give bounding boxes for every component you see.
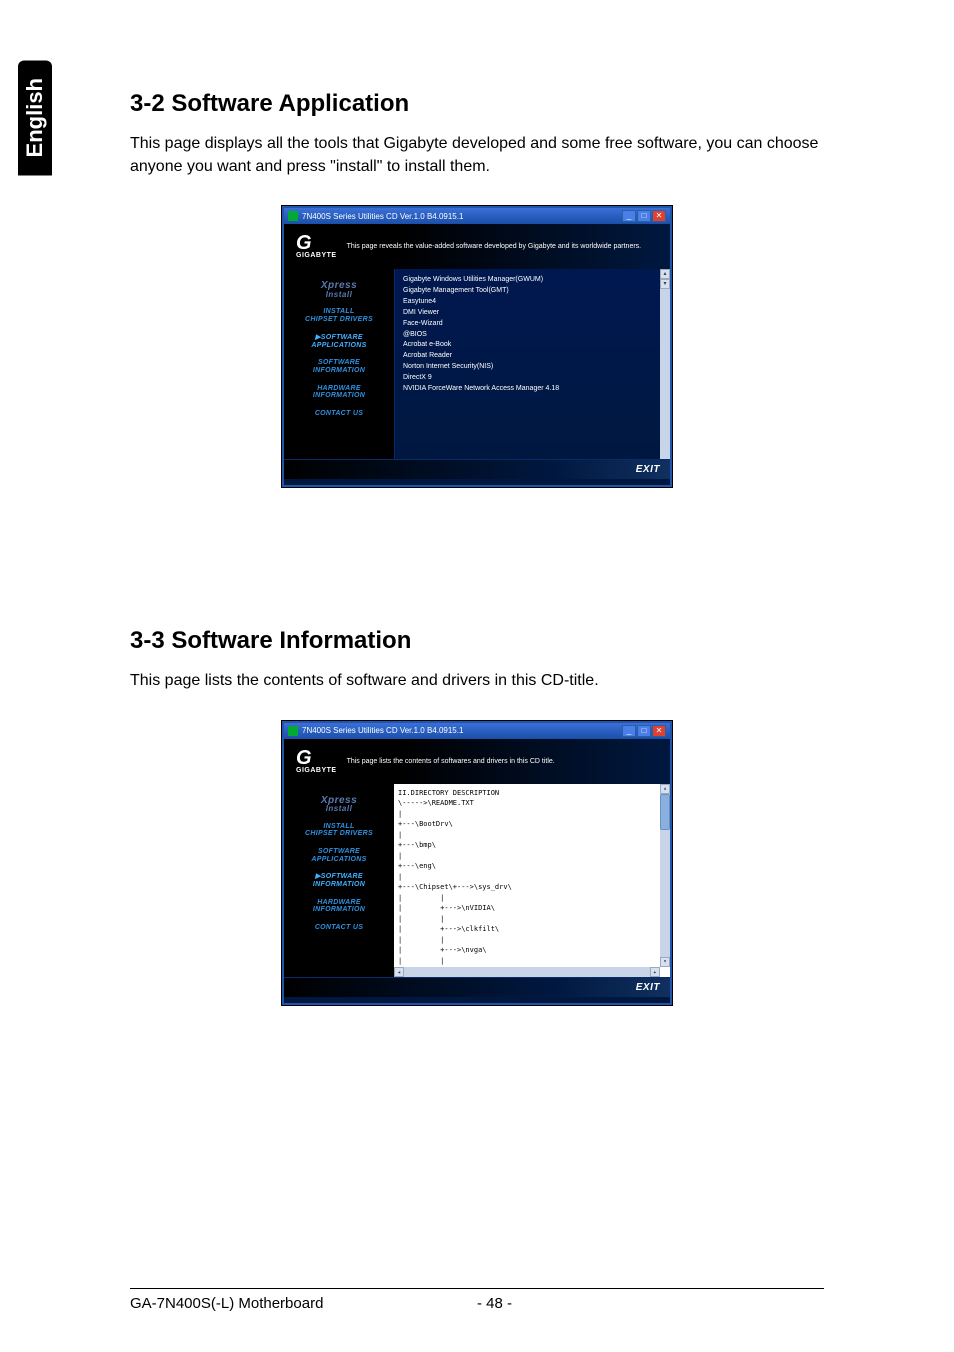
maximize-icon[interactable]: □ — [637, 210, 651, 222]
app-icon — [288, 726, 298, 736]
list-item[interactable]: DMI Viewer — [403, 308, 662, 319]
list-item[interactable]: DirectX 9 — [403, 373, 662, 384]
list-item[interactable]: Norton Internet Security(NIS) — [403, 362, 662, 373]
footer-product-name: GA-7N400S(-L) Motherboard — [130, 1295, 477, 1312]
list-item[interactable]: Easytune4 — [403, 297, 662, 308]
nav-hardware-information[interactable]: HARDWAREINFORMATION — [284, 895, 394, 918]
window-titlebar: 7N400S Series Utilities CD Ver.1.0 B4.09… — [284, 208, 670, 224]
section-3-3-body: This page lists the contents of software… — [130, 669, 824, 692]
list-item[interactable]: Acrobat Reader — [403, 351, 662, 362]
window-title: 7N400S Series Utilities CD Ver.1.0 B4.09… — [302, 212, 463, 221]
nav-install-chipset-drivers[interactable]: INSTALLCHIPSET DRIVERS — [284, 304, 394, 327]
scroll-up-icon[interactable]: ▴ — [660, 269, 670, 279]
list-item[interactable]: Acrobat e-Book — [403, 340, 662, 351]
nav-hardware-information[interactable]: HARDWAREINFORMATION — [284, 381, 394, 404]
close-icon[interactable]: ✕ — [652, 725, 666, 737]
minimize-icon[interactable]: _ — [622, 210, 636, 222]
gigabyte-logo: G — [296, 234, 337, 252]
scrollbar-thumb[interactable] — [660, 794, 670, 830]
exit-button[interactable]: EXIT — [636, 464, 660, 475]
close-icon[interactable]: ✕ — [652, 210, 666, 222]
vertical-scrollbar[interactable]: ▴ ▾ — [660, 784, 670, 967]
app-icon — [288, 211, 298, 221]
window-title: 7N400S Series Utilities CD Ver.1.0 B4.09… — [302, 726, 463, 735]
horizontal-scrollbar[interactable]: ◂ ▸ — [394, 967, 660, 977]
directory-tree: II.DIRECTORY DESCRIPTION \----->\README.… — [398, 788, 654, 977]
nav-contact-us[interactable]: CONTACT US — [284, 406, 394, 422]
gigabyte-brand: GIGABYTE — [296, 767, 337, 774]
software-list-panel: Gigabyte Windows Utilities Manager(GWUM)… — [394, 269, 670, 459]
scroll-right-icon[interactable]: ▸ — [650, 967, 660, 977]
footer-page-number: - 48 - — [477, 1295, 512, 1312]
directory-tree-panel: II.DIRECTORY DESCRIPTION \----->\README.… — [394, 784, 670, 977]
list-item[interactable]: NVIDIA ForceWare Network Access Manager … — [403, 384, 662, 395]
list-item[interactable]: Face-Wizard — [403, 319, 662, 330]
xpress-install-logo[interactable]: XpressInstall — [284, 277, 394, 302]
language-tab: English — [18, 60, 52, 175]
list-item[interactable]: Gigabyte Management Tool(GMT) — [403, 286, 662, 297]
section-3-3-heading: 3-3 Software Information — [130, 627, 824, 655]
section-3-2-body: This page displays all the tools that Gi… — [130, 132, 824, 178]
scroll-up-icon[interactable]: ▴ — [660, 784, 670, 794]
window-titlebar: 7N400S Series Utilities CD Ver.1.0 B4.09… — [284, 723, 670, 739]
scroll-left-icon[interactable]: ◂ — [394, 967, 404, 977]
header-description: This page reveals the value-added softwa… — [347, 242, 658, 251]
software-application-window: 7N400S Series Utilities CD Ver.1.0 B4.09… — [282, 206, 672, 487]
xpress-install-logo[interactable]: XpressInstall — [284, 792, 394, 817]
nav-contact-us[interactable]: CONTACT US — [284, 920, 394, 936]
gigabyte-brand: GIGABYTE — [296, 252, 337, 259]
nav-software-applications[interactable]: SOFTWAREAPPLICATIONS — [284, 844, 394, 867]
list-item[interactable]: @BIOS — [403, 330, 662, 341]
software-information-window: 7N400S Series Utilities CD Ver.1.0 B4.09… — [282, 721, 672, 1005]
list-item[interactable]: Gigabyte Windows Utilities Manager(GWUM) — [403, 275, 662, 286]
scroll-down-icon[interactable]: ▾ — [660, 957, 670, 967]
nav-software-information[interactable]: ▶SOFTWAREINFORMATION — [284, 869, 394, 892]
vertical-scrollbar[interactable]: ▴ ▾ — [660, 269, 670, 459]
nav-software-information[interactable]: SOFTWAREINFORMATION — [284, 355, 394, 378]
scroll-down-icon[interactable]: ▾ — [660, 279, 670, 289]
section-3-2-heading: 3-2 Software Application — [130, 90, 824, 118]
exit-button[interactable]: EXIT — [636, 982, 660, 993]
header-description: This page lists the contents of software… — [347, 757, 658, 766]
minimize-icon[interactable]: _ — [622, 725, 636, 737]
nav-software-applications[interactable]: ▶SOFTWAREAPPLICATIONS — [284, 330, 394, 353]
maximize-icon[interactable]: □ — [637, 725, 651, 737]
gigabyte-logo: G — [296, 749, 337, 767]
nav-install-chipset-drivers[interactable]: INSTALLCHIPSET DRIVERS — [284, 819, 394, 842]
